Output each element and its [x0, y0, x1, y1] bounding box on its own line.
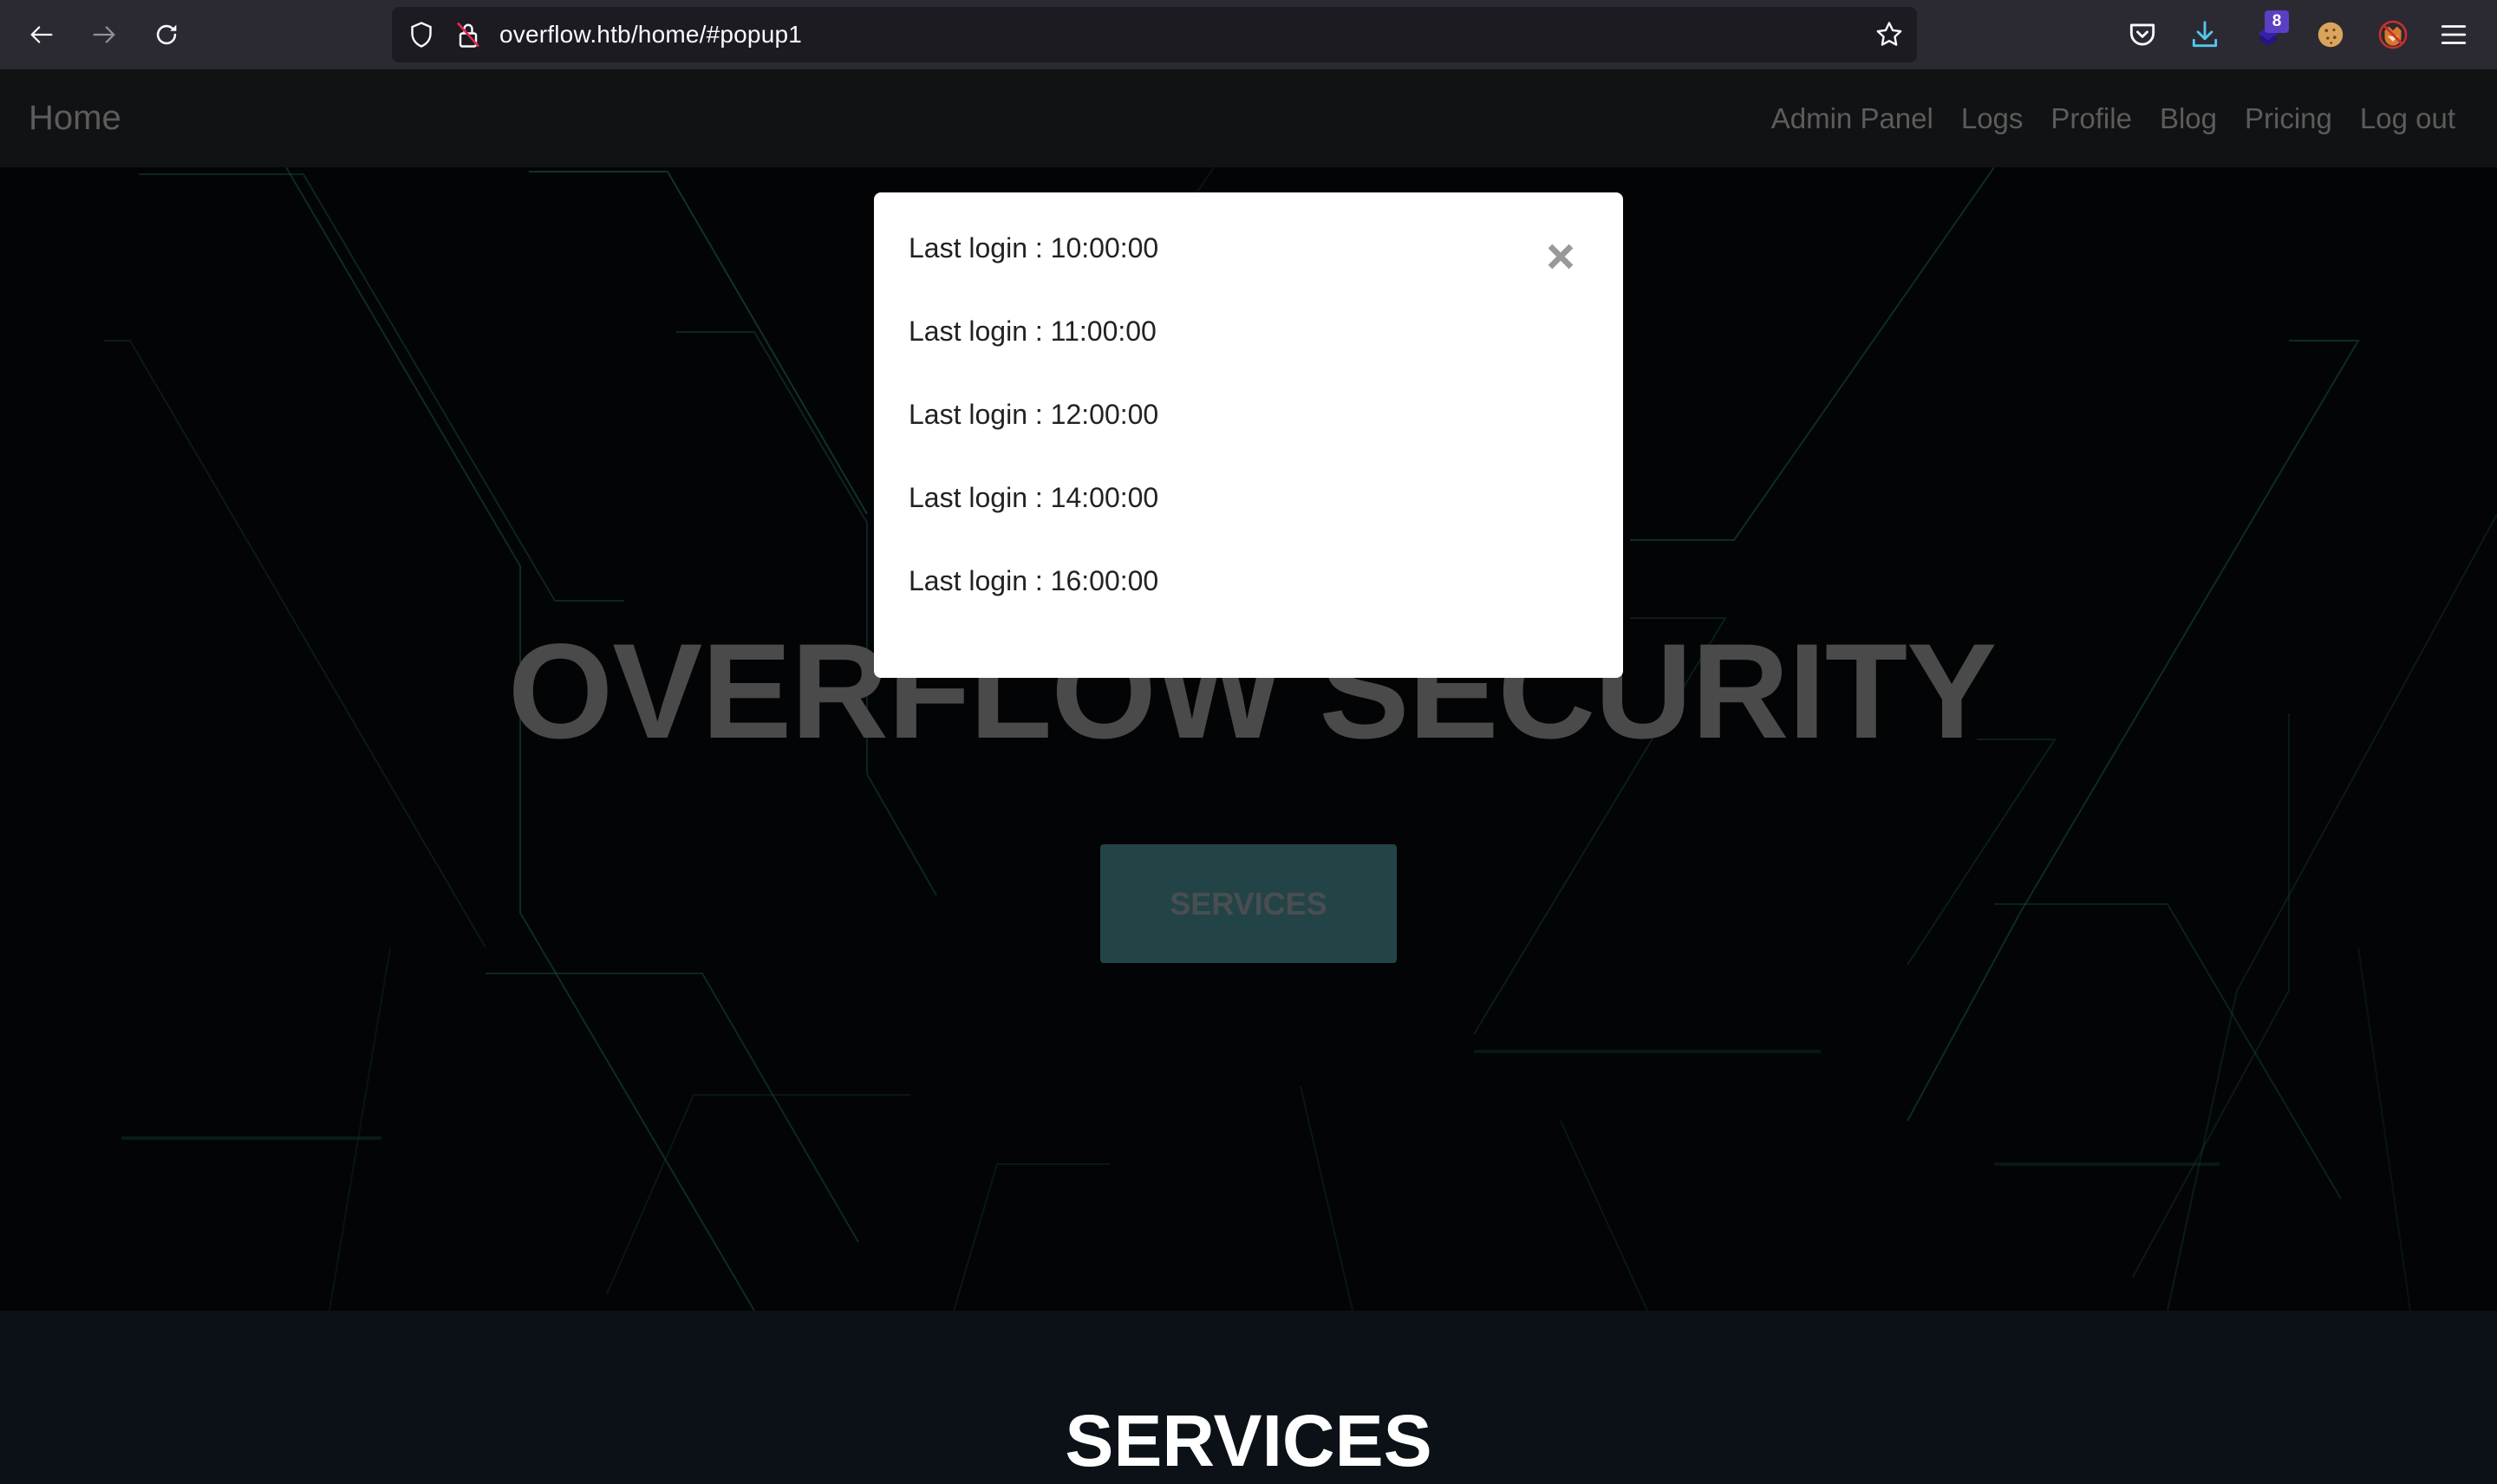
login-entry: Last login : 16:00:00 [909, 565, 1159, 596]
extension-badge: 8 [2265, 10, 2289, 33]
nav-link-pricing[interactable]: Pricing [2245, 102, 2332, 135]
bookmark-star-icon[interactable] [1874, 19, 1905, 50]
last-login-popup: Last login : 10:00:00 Last login : 11:00… [874, 192, 1623, 678]
site-navbar: Home Admin Panel Logs Profile Blog Prici… [0, 69, 2497, 167]
popup-close-button[interactable] [1542, 239, 1580, 274]
nav-brand-home[interactable]: Home [29, 69, 121, 167]
hamburger-menu-icon [2441, 25, 2467, 44]
services-title: SERVICES [1065, 1400, 1432, 1481]
insecure-lock-icon[interactable] [453, 19, 484, 50]
services-button[interactable]: SERVICES [1100, 844, 1397, 963]
back-arrow-icon [30, 26, 53, 43]
login-entry: Last login : 12:00:00 [909, 399, 1159, 430]
foxy-proxy-button[interactable] [2376, 17, 2410, 52]
login-entry: Last login : 14:00:00 [909, 482, 1159, 513]
login-entry: Last login : 11:00:00 [909, 316, 1157, 347]
nav-link-admin-panel[interactable]: Admin Panel [1771, 102, 1933, 135]
tracking-shield-icon[interactable] [406, 19, 437, 50]
close-x-icon [1548, 244, 1574, 270]
nav-link-profile[interactable]: Profile [2050, 102, 2132, 135]
cookie-icon [2318, 22, 2344, 48]
nav-links: Admin Panel Logs Profile Blog Pricing Lo… [1771, 69, 2455, 167]
url-text[interactable]: overflow.htb/home/#popup1 [499, 7, 802, 62]
foxy-proxy-disabled-icon [2378, 20, 2408, 49]
pocket-icon [2129, 23, 2155, 46]
reload-icon [156, 24, 177, 45]
login-entry: Last login : 10:00:00 [909, 232, 1159, 264]
url-bar[interactable]: overflow.htb/home/#popup1 [392, 7, 1917, 62]
back-button[interactable] [21, 14, 62, 55]
app-menu-button[interactable] [2436, 17, 2471, 52]
browser-toolbar: overflow.htb/home/#popup1 8 [0, 0, 2497, 69]
cookie-extension-button[interactable] [2313, 17, 2348, 52]
download-icon [2192, 21, 2218, 48]
services-section: SERVICES [0, 1311, 2497, 1484]
reload-button[interactable] [146, 14, 187, 55]
pocket-button[interactable] [2125, 17, 2160, 52]
downloads-button[interactable] [2187, 17, 2222, 52]
nav-link-log-out[interactable]: Log out [2360, 102, 2455, 135]
forward-button[interactable] [83, 14, 125, 55]
forward-arrow-icon [93, 26, 115, 43]
nav-link-logs[interactable]: Logs [1961, 102, 2024, 135]
nav-link-blog[interactable]: Blog [2160, 102, 2217, 135]
